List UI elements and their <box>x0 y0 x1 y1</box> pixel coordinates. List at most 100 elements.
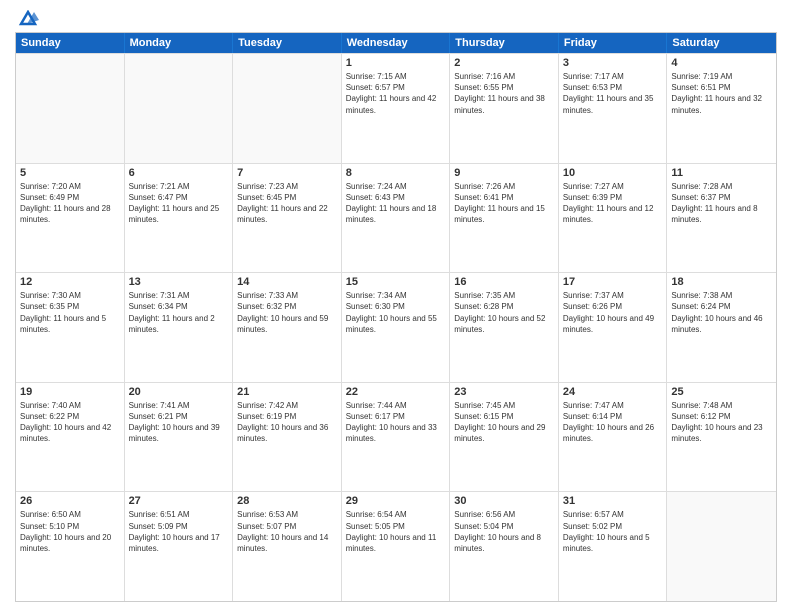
day-info: Sunrise: 7:44 AM Sunset: 6:17 PM Dayligh… <box>346 400 446 445</box>
calendar-row-4: 19 Sunrise: 7:40 AM Sunset: 6:22 PM Dayli… <box>16 382 776 492</box>
day-13: 13 Sunrise: 7:31 AM Sunset: 6:34 PM Dayli… <box>125 273 234 382</box>
day-7: 7 Sunrise: 7:23 AM Sunset: 6:45 PM Daylig… <box>233 164 342 273</box>
weekday-header-friday: Friday <box>559 33 668 53</box>
day-9: 9 Sunrise: 7:26 AM Sunset: 6:41 PM Daylig… <box>450 164 559 273</box>
day-info: Sunrise: 7:26 AM Sunset: 6:41 PM Dayligh… <box>454 181 554 226</box>
weekday-header-thursday: Thursday <box>450 33 559 53</box>
logo-icon <box>17 10 39 28</box>
day-27: 27 Sunrise: 6:51 AM Sunset: 5:09 PM Dayli… <box>125 492 234 601</box>
day-info: Sunrise: 7:48 AM Sunset: 6:12 PM Dayligh… <box>671 400 772 445</box>
day-3: 3 Sunrise: 7:17 AM Sunset: 6:53 PM Daylig… <box>559 54 668 163</box>
day-number: 20 <box>129 386 229 398</box>
day-number: 10 <box>563 167 663 179</box>
day-info: Sunrise: 6:51 AM Sunset: 5:09 PM Dayligh… <box>129 509 229 554</box>
day-info: Sunrise: 7:40 AM Sunset: 6:22 PM Dayligh… <box>20 400 120 445</box>
day-1: 1 Sunrise: 7:15 AM Sunset: 6:57 PM Daylig… <box>342 54 451 163</box>
day-8: 8 Sunrise: 7:24 AM Sunset: 6:43 PM Daylig… <box>342 164 451 273</box>
day-23: 23 Sunrise: 7:45 AM Sunset: 6:15 PM Dayli… <box>450 383 559 492</box>
day-25: 25 Sunrise: 7:48 AM Sunset: 6:12 PM Dayli… <box>667 383 776 492</box>
day-10: 10Sunrise: 7:27 AM Sunset: 6:39 PM Dayli… <box>559 164 668 273</box>
day-info: Sunrise: 7:15 AM Sunset: 6:57 PM Dayligh… <box>346 71 446 116</box>
day-5: 5Sunrise: 7:20 AM Sunset: 6:49 PM Daylig… <box>16 164 125 273</box>
day-number: 31 <box>563 495 663 507</box>
weekday-header-sunday: Sunday <box>16 33 125 53</box>
day-info: Sunrise: 7:30 AM Sunset: 6:35 PM Dayligh… <box>20 290 120 335</box>
day-number: 6 <box>129 167 229 179</box>
day-info: Sunrise: 6:50 AM Sunset: 5:10 PM Dayligh… <box>20 509 120 554</box>
day-number: 7 <box>237 167 337 179</box>
day-info: Sunrise: 7:17 AM Sunset: 6:53 PM Dayligh… <box>563 71 663 116</box>
header <box>15 10 777 26</box>
day-info: Sunrise: 7:37 AM Sunset: 6:26 PM Dayligh… <box>563 290 663 335</box>
day-number: 8 <box>346 167 446 179</box>
weekday-header-wednesday: Wednesday <box>342 33 451 53</box>
day-number: 16 <box>454 276 554 288</box>
day-info: Sunrise: 7:38 AM Sunset: 6:24 PM Dayligh… <box>671 290 772 335</box>
day-info: Sunrise: 7:47 AM Sunset: 6:14 PM Dayligh… <box>563 400 663 445</box>
day-number: 2 <box>454 57 554 69</box>
empty-cell <box>667 492 776 601</box>
day-info: Sunrise: 6:54 AM Sunset: 5:05 PM Dayligh… <box>346 509 446 554</box>
day-info: Sunrise: 6:53 AM Sunset: 5:07 PM Dayligh… <box>237 509 337 554</box>
day-11: 11Sunrise: 7:28 AM Sunset: 6:37 PM Dayli… <box>667 164 776 273</box>
day-number: 3 <box>563 57 663 69</box>
day-info: Sunrise: 7:24 AM Sunset: 6:43 PM Dayligh… <box>346 181 446 226</box>
day-2: 2 Sunrise: 7:16 AM Sunset: 6:55 PM Daylig… <box>450 54 559 163</box>
day-number: 15 <box>346 276 446 288</box>
weekday-header-tuesday: Tuesday <box>233 33 342 53</box>
day-number: 23 <box>454 386 554 398</box>
day-number: 22 <box>346 386 446 398</box>
day-number: 19 <box>20 386 120 398</box>
day-number: 21 <box>237 386 337 398</box>
empty-cell <box>125 54 234 163</box>
day-number: 4 <box>671 57 772 69</box>
day-info: Sunrise: 7:35 AM Sunset: 6:28 PM Dayligh… <box>454 290 554 335</box>
day-info: Sunrise: 7:31 AM Sunset: 6:34 PM Dayligh… <box>129 290 229 335</box>
day-number: 25 <box>671 386 772 398</box>
calendar-row-2: 5Sunrise: 7:20 AM Sunset: 6:49 PM Daylig… <box>16 163 776 273</box>
day-19: 19 Sunrise: 7:40 AM Sunset: 6:22 PM Dayli… <box>16 383 125 492</box>
day-info: Sunrise: 7:28 AM Sunset: 6:37 PM Dayligh… <box>671 181 772 226</box>
day-number: 1 <box>346 57 446 69</box>
day-number: 14 <box>237 276 337 288</box>
day-29: 29 Sunrise: 6:54 AM Sunset: 5:05 PM Dayli… <box>342 492 451 601</box>
weekday-header-monday: Monday <box>125 33 234 53</box>
day-number: 26 <box>20 495 120 507</box>
day-info: Sunrise: 7:45 AM Sunset: 6:15 PM Dayligh… <box>454 400 554 445</box>
day-21: 21 Sunrise: 7:42 AM Sunset: 6:19 PM Dayli… <box>233 383 342 492</box>
day-17: 17Sunrise: 7:37 AM Sunset: 6:26 PM Dayli… <box>559 273 668 382</box>
calendar-header: SundayMondayTuesdayWednesdayThursdayFrid… <box>16 33 776 53</box>
day-12: 12Sunrise: 7:30 AM Sunset: 6:35 PM Dayli… <box>16 273 125 382</box>
day-info: Sunrise: 7:42 AM Sunset: 6:19 PM Dayligh… <box>237 400 337 445</box>
day-info: Sunrise: 7:34 AM Sunset: 6:30 PM Dayligh… <box>346 290 446 335</box>
day-18: 18Sunrise: 7:38 AM Sunset: 6:24 PM Dayli… <box>667 273 776 382</box>
day-22: 22 Sunrise: 7:44 AM Sunset: 6:17 PM Dayli… <box>342 383 451 492</box>
day-info: Sunrise: 7:21 AM Sunset: 6:47 PM Dayligh… <box>129 181 229 226</box>
empty-cell <box>16 54 125 163</box>
logo <box>15 10 39 26</box>
day-number: 5 <box>20 167 120 179</box>
day-number: 27 <box>129 495 229 507</box>
day-number: 9 <box>454 167 554 179</box>
day-info: Sunrise: 7:16 AM Sunset: 6:55 PM Dayligh… <box>454 71 554 116</box>
calendar-row-3: 12Sunrise: 7:30 AM Sunset: 6:35 PM Dayli… <box>16 272 776 382</box>
day-20: 20 Sunrise: 7:41 AM Sunset: 6:21 PM Dayli… <box>125 383 234 492</box>
day-28: 28Sunrise: 6:53 AM Sunset: 5:07 PM Dayli… <box>233 492 342 601</box>
day-info: Sunrise: 6:56 AM Sunset: 5:04 PM Dayligh… <box>454 509 554 554</box>
page: SundayMondayTuesdayWednesdayThursdayFrid… <box>0 0 792 612</box>
day-info: Sunrise: 7:33 AM Sunset: 6:32 PM Dayligh… <box>237 290 337 335</box>
day-info: Sunrise: 7:23 AM Sunset: 6:45 PM Dayligh… <box>237 181 337 226</box>
day-number: 29 <box>346 495 446 507</box>
day-15: 15 Sunrise: 7:34 AM Sunset: 6:30 PM Dayli… <box>342 273 451 382</box>
day-info: Sunrise: 7:41 AM Sunset: 6:21 PM Dayligh… <box>129 400 229 445</box>
day-4: 4Sunrise: 7:19 AM Sunset: 6:51 PM Daylig… <box>667 54 776 163</box>
calendar-body: 1 Sunrise: 7:15 AM Sunset: 6:57 PM Daylig… <box>16 53 776 601</box>
empty-cell <box>233 54 342 163</box>
day-14: 14 Sunrise: 7:33 AM Sunset: 6:32 PM Dayli… <box>233 273 342 382</box>
calendar-row-5: 26 Sunrise: 6:50 AM Sunset: 5:10 PM Dayli… <box>16 491 776 601</box>
day-26: 26 Sunrise: 6:50 AM Sunset: 5:10 PM Dayli… <box>16 492 125 601</box>
day-24: 24Sunrise: 7:47 AM Sunset: 6:14 PM Dayli… <box>559 383 668 492</box>
day-number: 30 <box>454 495 554 507</box>
weekday-header-saturday: Saturday <box>667 33 776 53</box>
day-number: 13 <box>129 276 229 288</box>
